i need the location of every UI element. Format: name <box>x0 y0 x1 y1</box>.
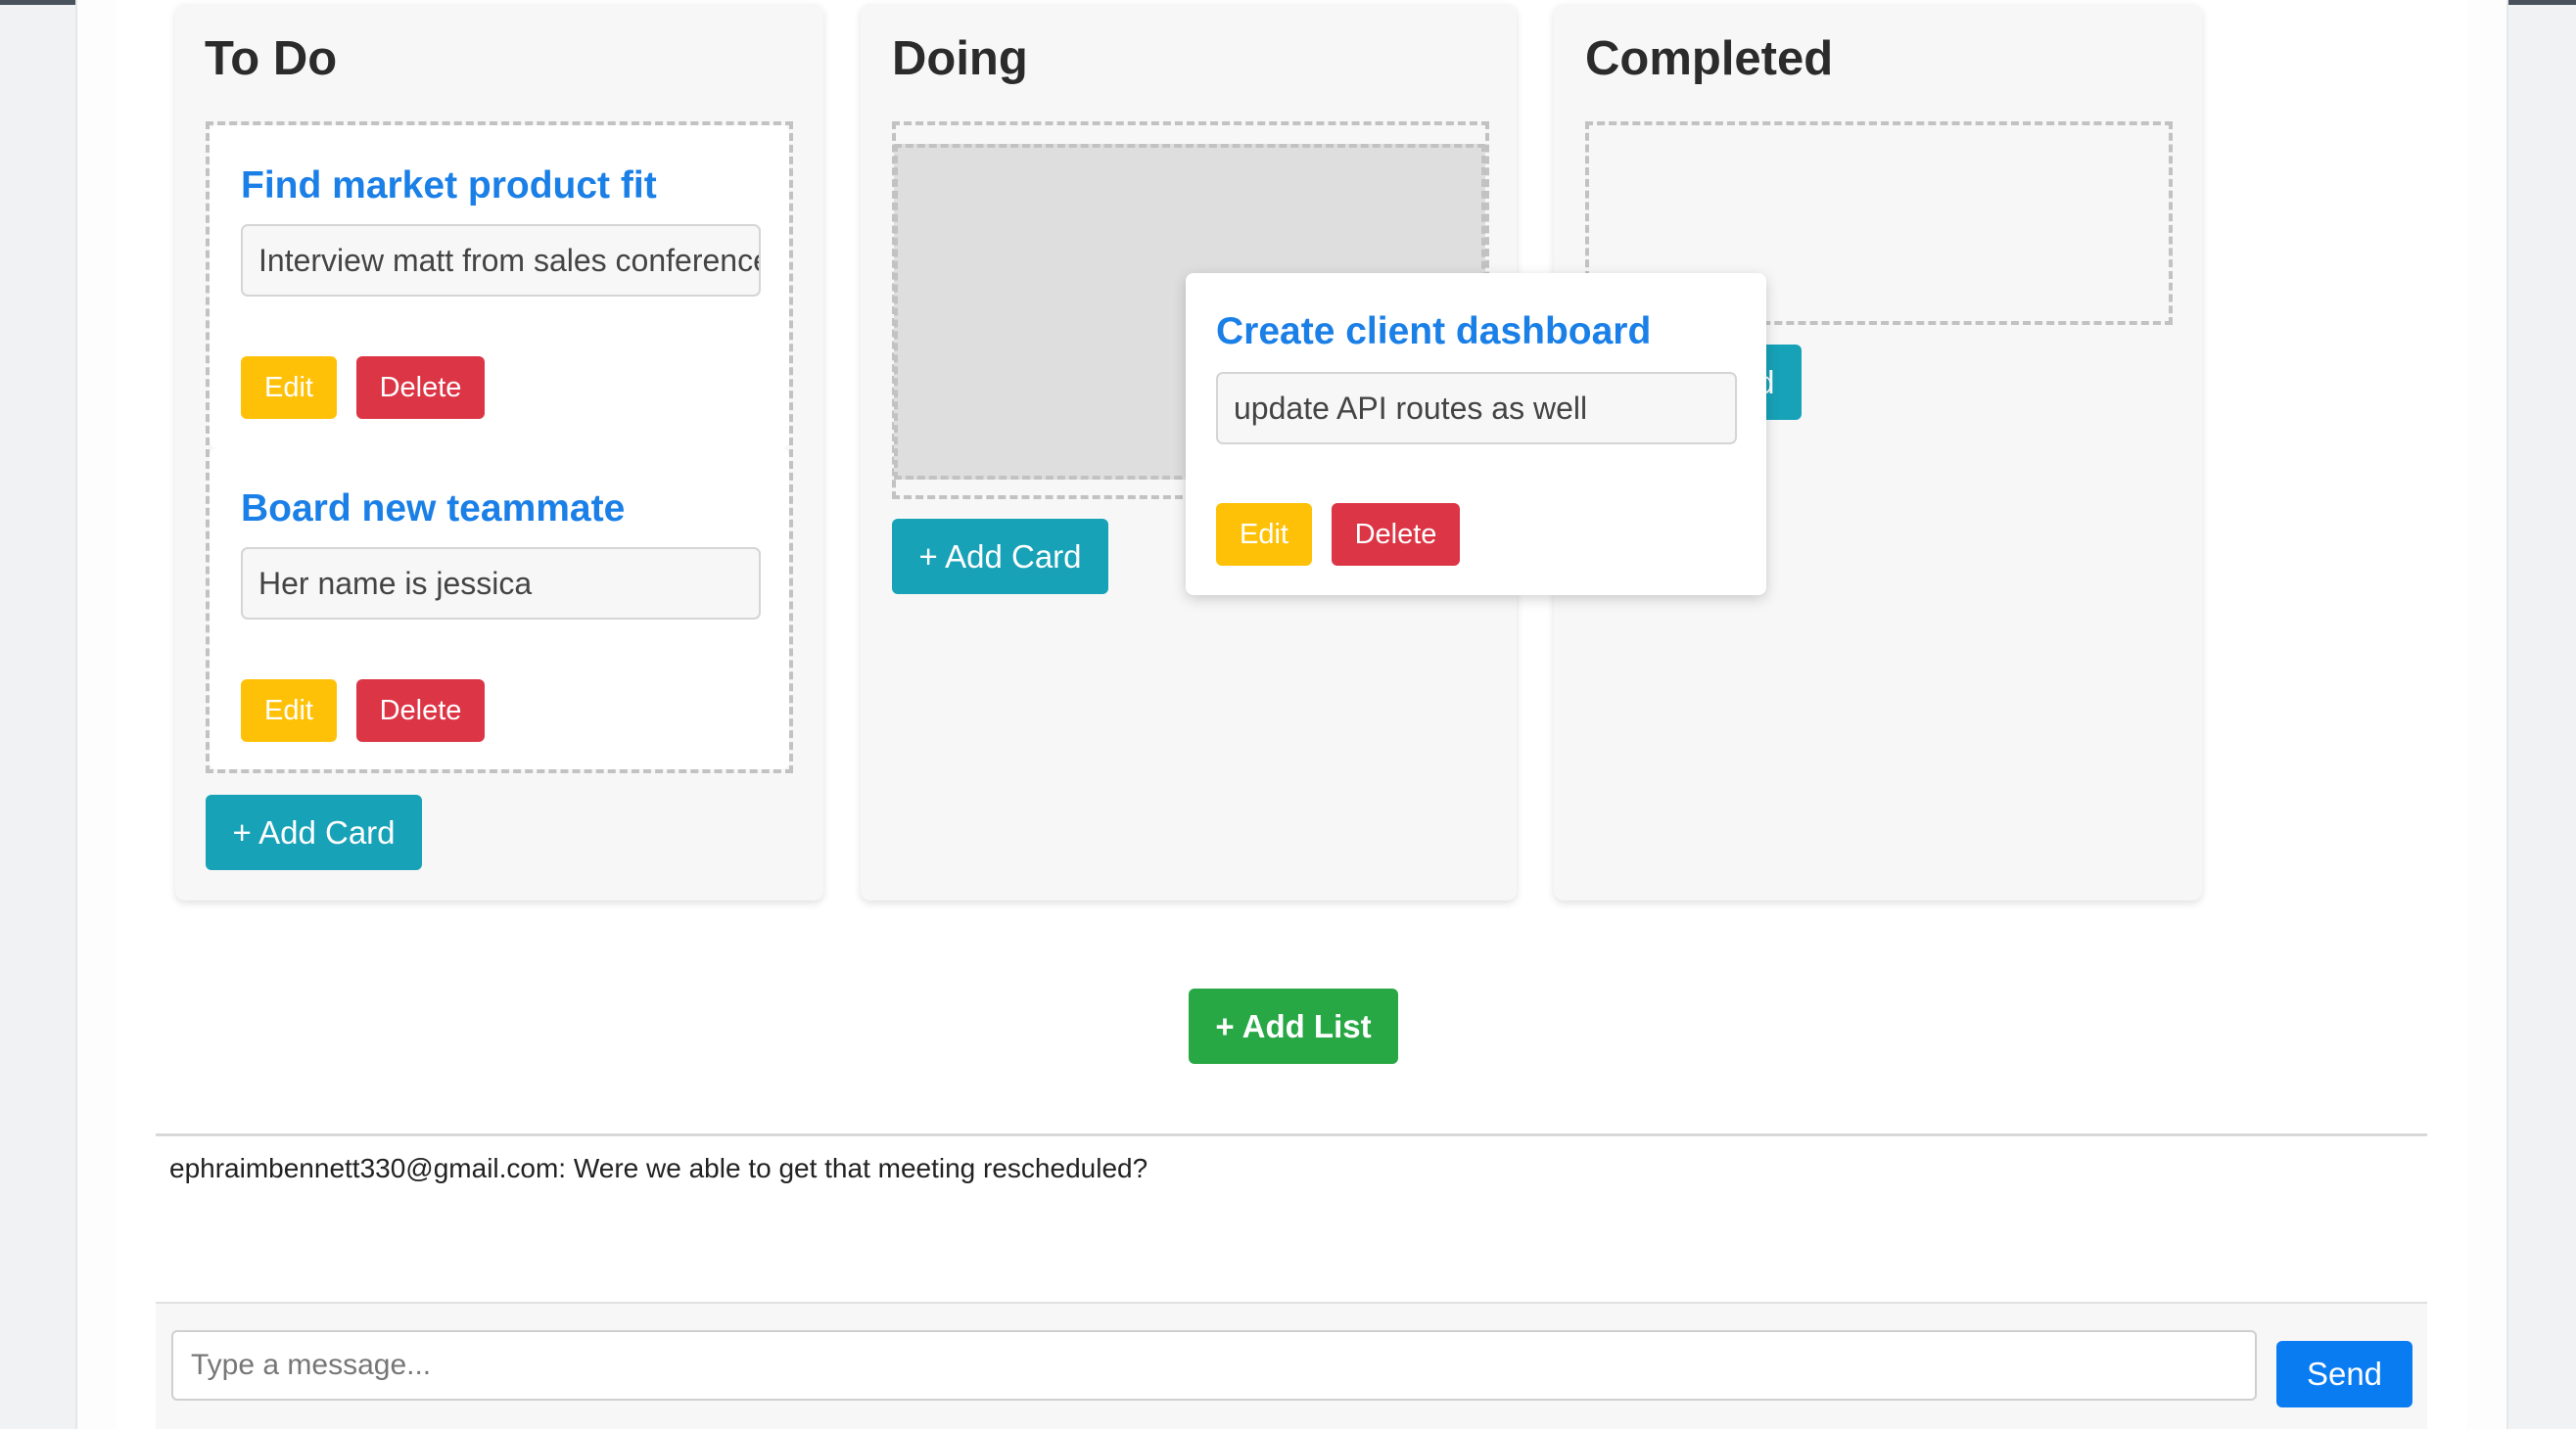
edit-button[interactable]: Edit <box>241 356 337 419</box>
card-board-new-teammate[interactable]: Board new teammate Her name is jessica E… <box>210 448 789 769</box>
delete-button[interactable]: Delete <box>1332 503 1460 566</box>
list-title: To Do <box>205 32 338 85</box>
chat-input-bar: Send <box>156 1302 2427 1429</box>
edit-button[interactable]: Edit <box>241 679 337 742</box>
add-card-button[interactable]: + Add Card <box>206 795 422 870</box>
list-title: Doing <box>892 32 1028 85</box>
card-description[interactable]: Her name is jessica <box>241 547 761 620</box>
message-input[interactable] <box>171 1330 2257 1401</box>
delete-button[interactable]: Delete <box>356 679 485 742</box>
card-create-client-dashboard-dragging[interactable]: Create client dashboard update API route… <box>1186 273 1766 595</box>
chat-divider <box>156 1133 2427 1136</box>
card-title: Board new teammate <box>241 487 626 530</box>
add-list-button[interactable]: + Add List <box>1189 989 1398 1064</box>
card-dropzone: Find market product fit Interview matt f… <box>206 121 793 773</box>
edit-button[interactable]: Edit <box>1216 503 1312 566</box>
chat-message: ephraimbennett330@gmail.com: Were we abl… <box>169 1153 1148 1183</box>
add-card-button[interactable]: + Add Card <box>892 519 1108 594</box>
list-title: Completed <box>1585 32 1834 85</box>
page-container: To Do Find market product fit Interview … <box>75 0 2508 1429</box>
card-title: Create client dashboard <box>1216 310 1652 352</box>
card-title: Find market product fit <box>241 164 657 207</box>
delete-button[interactable]: Delete <box>356 356 485 419</box>
card-description[interactable]: update API routes as well <box>1216 372 1737 444</box>
board-container: To Do Find market product fit Interview … <box>117 0 2466 1429</box>
card-find-market-product-fit[interactable]: Find market product fit Interview matt f… <box>210 125 789 448</box>
card-description[interactable]: Interview matt from sales conference <box>241 224 761 297</box>
list-todo: To Do Find market product fit Interview … <box>175 4 823 900</box>
send-button[interactable]: Send <box>2276 1341 2412 1407</box>
